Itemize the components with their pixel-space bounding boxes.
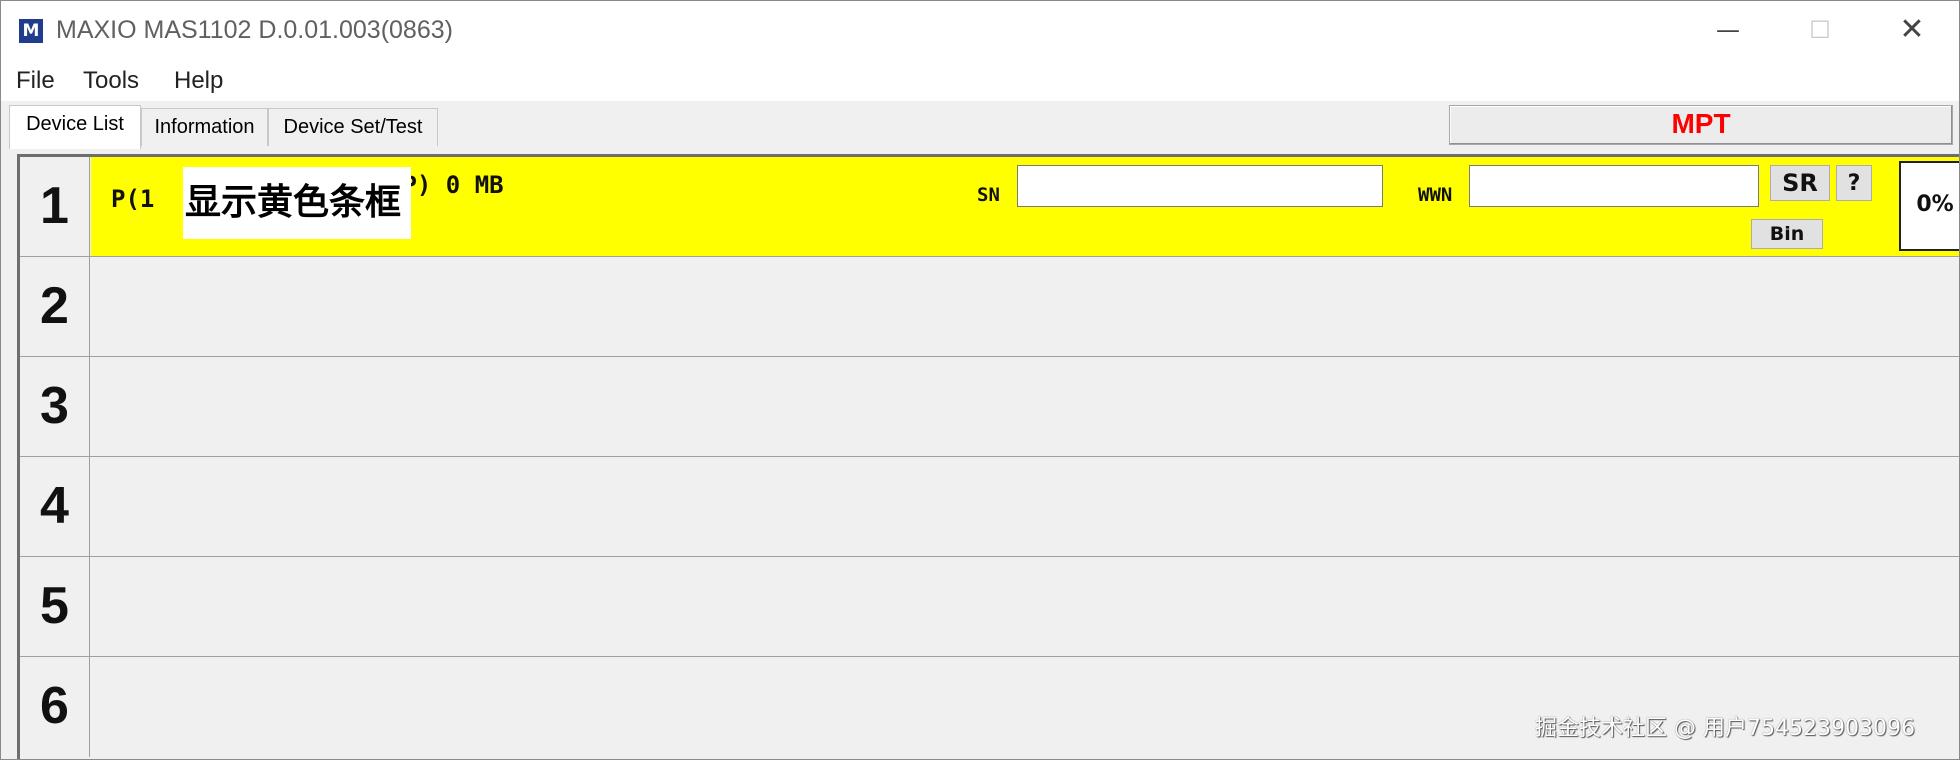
device-slot-empty bbox=[91, 557, 1959, 656]
maximize-button[interactable]: ☐ bbox=[1775, 1, 1865, 61]
device-slot-empty bbox=[91, 257, 1959, 356]
bin-button[interactable]: Bin bbox=[1751, 219, 1823, 249]
device-row: 2 bbox=[20, 257, 1959, 357]
menu-file[interactable]: File bbox=[16, 67, 55, 95]
device-label-prefix: P(1 bbox=[111, 185, 155, 213]
watermark: 掘金技术社区 @ 用户754523903096 bbox=[1535, 716, 1915, 741]
tab-information[interactable]: Information bbox=[141, 108, 268, 146]
sr-button[interactable]: SR bbox=[1770, 165, 1830, 201]
device-number: 5 bbox=[20, 557, 90, 656]
app-window: M MAXIO MAS1102 D.0.01.003(0863) — ☐ ✕ F… bbox=[0, 0, 1960, 760]
title-bar[interactable]: M MAXIO MAS1102 D.0.01.003(0863) — ☐ ✕ bbox=[1, 1, 1959, 61]
device-row: 3 bbox=[20, 357, 1959, 457]
device-slot-empty bbox=[91, 457, 1959, 556]
device-number: 4 bbox=[20, 457, 90, 556]
menu-help[interactable]: Help bbox=[174, 67, 223, 95]
app-logo-icon: M bbox=[19, 19, 43, 43]
annotation-label: 显示黄色条框 bbox=[183, 167, 411, 239]
device-row: 4 bbox=[20, 457, 1959, 557]
device-status-bar: P(1 DP) 0 MB 显示黄色条框 SN WWN SR ? Bin 0% bbox=[91, 157, 1959, 256]
mode-indicator: MPT bbox=[1449, 105, 1953, 145]
device-number: 1 bbox=[20, 157, 90, 256]
device-row: 6 bbox=[20, 657, 1959, 759]
sn-input[interactable] bbox=[1017, 165, 1383, 207]
window-title: MAXIO MAS1102 D.0.01.003(0863) bbox=[56, 16, 453, 44]
device-number: 6 bbox=[20, 657, 90, 757]
wwn-input[interactable] bbox=[1469, 165, 1759, 207]
menu-bar: File Tools Help bbox=[1, 61, 1959, 101]
progress-indicator: 0% bbox=[1899, 161, 1959, 251]
tab-device-set-test[interactable]: Device Set/Test bbox=[268, 108, 438, 146]
menu-tools[interactable]: Tools bbox=[83, 67, 139, 95]
help-button[interactable]: ? bbox=[1836, 165, 1872, 201]
device-row: 5 bbox=[20, 557, 1959, 657]
device-number: 2 bbox=[20, 257, 90, 356]
close-button[interactable]: ✕ bbox=[1867, 1, 1957, 61]
device-grid: 1 P(1 DP) 0 MB 显示黄色条框 SN WWN SR ? Bin 0%… bbox=[17, 154, 1959, 759]
wwn-label: WWN bbox=[1418, 184, 1453, 206]
sn-label: SN bbox=[977, 184, 1000, 206]
device-row: 1 P(1 DP) 0 MB 显示黄色条框 SN WWN SR ? Bin 0% bbox=[20, 157, 1959, 257]
device-slot-empty bbox=[91, 657, 1959, 759]
minimize-button[interactable]: — bbox=[1683, 1, 1773, 61]
tab-device-list[interactable]: Device List bbox=[9, 105, 141, 149]
device-slot-empty bbox=[91, 357, 1959, 456]
device-number: 3 bbox=[20, 357, 90, 456]
